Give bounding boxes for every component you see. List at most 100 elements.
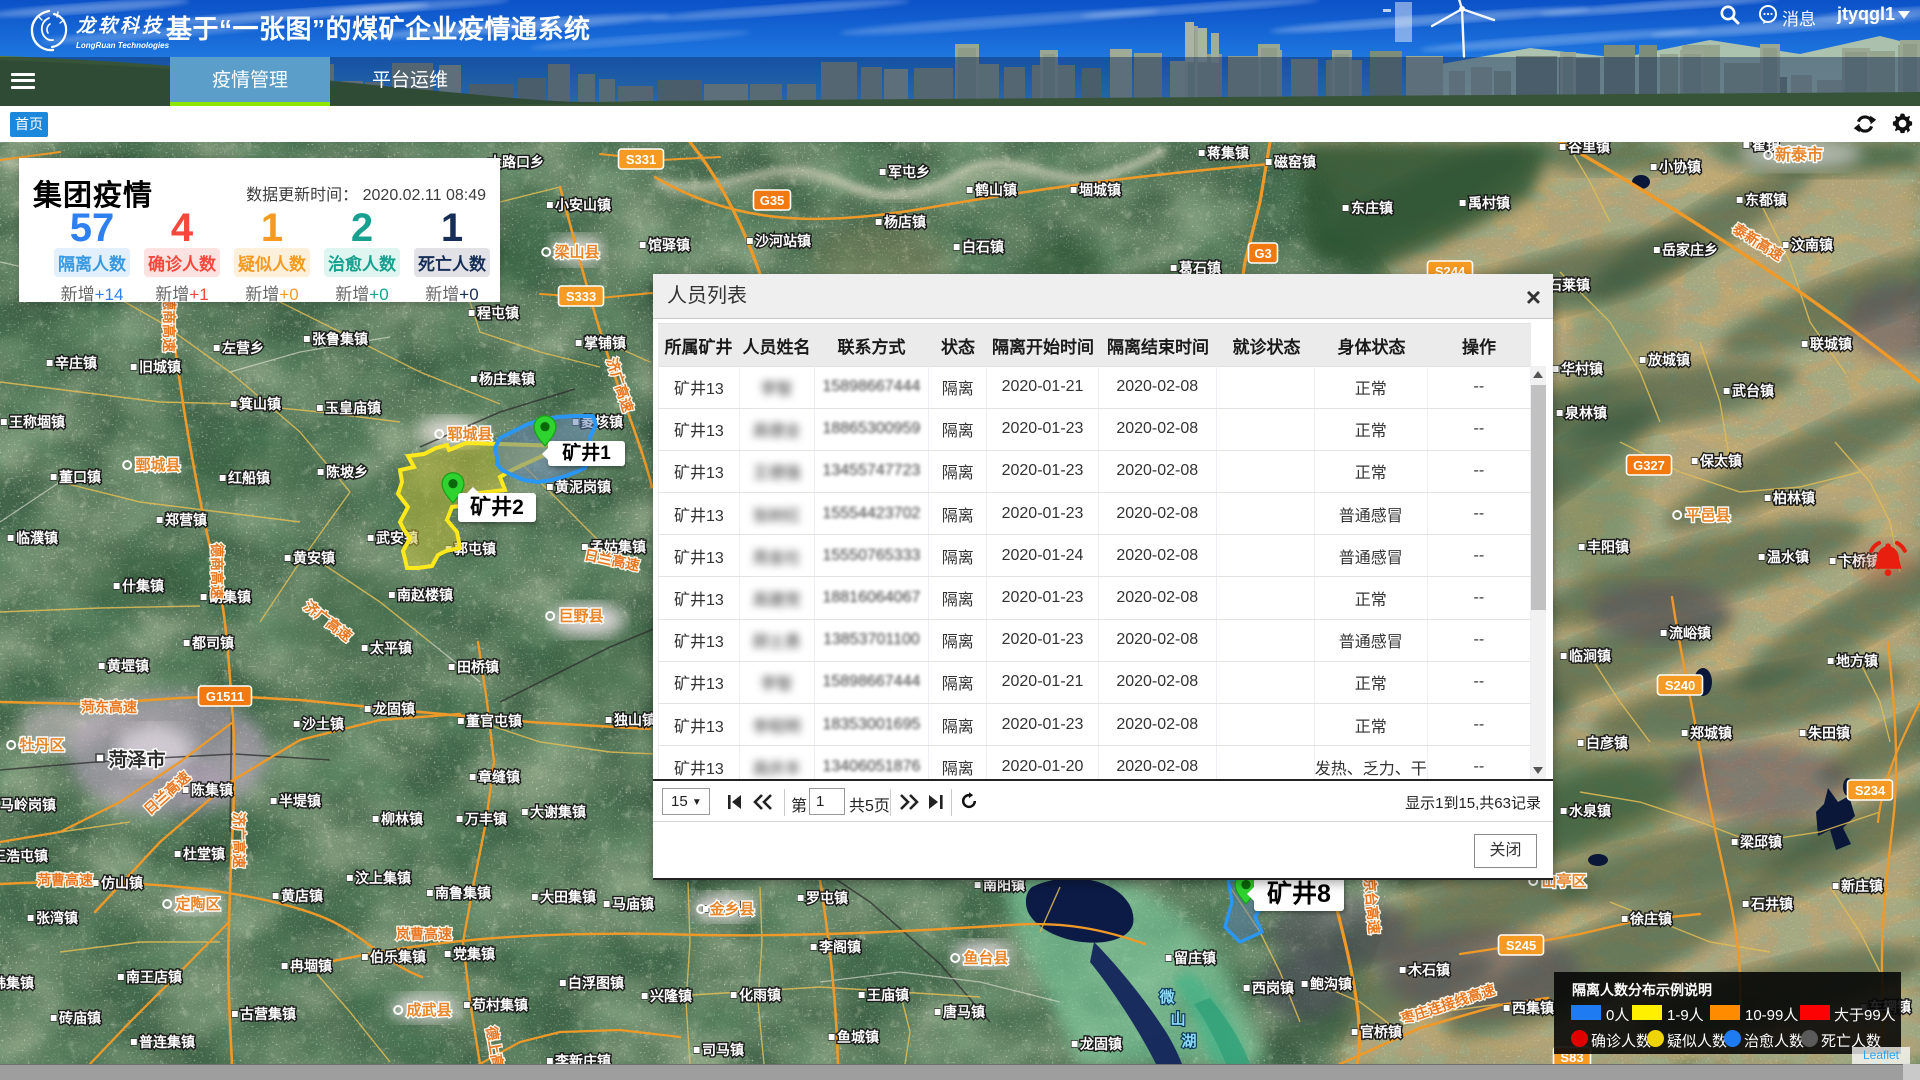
svg-text:湖: 湖	[1181, 1033, 1196, 1050]
svg-text:东都镇: 东都镇	[1745, 192, 1787, 208]
svg-text:陈坡乡: 陈坡乡	[326, 464, 368, 480]
svg-text:华村镇: 华村镇	[1561, 361, 1603, 377]
svg-text:兴隆镇: 兴隆镇	[650, 988, 692, 1004]
svg-text:王庙镇: 王庙镇	[867, 987, 909, 1003]
svg-text:什集镇: 什集镇	[122, 578, 164, 594]
svg-text:玉皇庙镇: 玉皇庙镇	[325, 400, 381, 416]
svg-text:临濮镇: 临濮镇	[16, 530, 58, 546]
svg-text:马庙镇: 马庙镇	[612, 896, 654, 912]
svg-text:南赵楼镇: 南赵楼镇	[397, 587, 453, 603]
svg-text:小安山镇: 小安山镇	[555, 197, 611, 213]
svg-text:普连集镇: 普连集镇	[139, 1034, 195, 1050]
svg-text:石井镇: 石井镇	[1750, 896, 1793, 912]
svg-text:S331: S331	[626, 152, 656, 167]
svg-text:董官屯镇: 董官屯镇	[466, 713, 522, 729]
svg-text:定陶区: 定陶区	[175, 895, 220, 913]
svg-text:砖庙镇: 砖庙镇	[59, 1010, 101, 1026]
svg-text:化雨镇: 化雨镇	[739, 987, 781, 1003]
svg-text:南王店镇: 南王店镇	[126, 969, 182, 985]
svg-text:G327: G327	[1633, 458, 1665, 473]
svg-text:杨庄集镇: 杨庄集镇	[479, 371, 535, 387]
svg-text:王称堌镇: 王称堌镇	[9, 414, 65, 430]
svg-text:王浩屯镇: 王浩屯镇	[0, 848, 48, 864]
svg-text:谷里镇: 谷里镇	[1568, 142, 1610, 155]
svg-text:陈集镇: 陈集镇	[191, 782, 233, 798]
svg-text:联城镇: 联城镇	[1810, 336, 1852, 352]
svg-text:微: 微	[1158, 988, 1175, 1006]
svg-text:丰阳镇: 丰阳镇	[1587, 539, 1629, 555]
svg-text:郑城镇: 郑城镇	[1690, 725, 1732, 741]
svg-text:菏泽市: 菏泽市	[108, 748, 165, 771]
svg-text:韩集镇: 韩集镇	[0, 975, 34, 991]
svg-text:LongRuan Technologies: LongRuan Technologies	[76, 41, 170, 50]
svg-text:马岭岗镇: 马岭岗镇	[0, 797, 56, 813]
svg-text:大谢集镇: 大谢集镇	[530, 804, 586, 820]
svg-text:武台镇: 武台镇	[1732, 383, 1774, 399]
svg-text:温水镇: 温水镇	[1767, 549, 1809, 565]
svg-text:司马镇: 司马镇	[702, 1042, 744, 1058]
svg-text:地方镇: 地方镇	[1836, 653, 1878, 669]
svg-text:汶上集镇: 汶上集镇	[355, 870, 411, 886]
svg-text:张鲁集镇: 张鲁集镇	[312, 331, 368, 347]
svg-text:东庄镇: 东庄镇	[1351, 200, 1393, 216]
svg-text:朱田镇: 朱田镇	[1808, 725, 1850, 741]
svg-text:临涧镇: 临涧镇	[1569, 648, 1611, 664]
svg-text:左营乡: 左营乡	[221, 340, 264, 356]
svg-text:磁窑镇: 磁窑镇	[1274, 154, 1316, 170]
svg-text:旧城镇: 旧城镇	[139, 359, 181, 375]
svg-text:岳家庄乡: 岳家庄乡	[1662, 242, 1718, 258]
svg-text:掌铺镇: 掌铺镇	[584, 335, 626, 351]
svg-text:独山镇: 独山镇	[614, 712, 656, 728]
svg-text:济广高速: 济广高速	[231, 812, 247, 868]
svg-text:泉林镇: 泉林镇	[1565, 405, 1607, 421]
svg-text:西岗镇: 西岗镇	[1252, 980, 1294, 996]
svg-text:柏林镇: 柏林镇	[1773, 490, 1815, 506]
svg-text:黄店镇: 黄店镇	[281, 888, 323, 904]
svg-text:禹村镇: 禹村镇	[1468, 195, 1510, 211]
svg-text:木石镇: 木石镇	[1407, 962, 1450, 978]
svg-text:平邑县: 平邑县	[1685, 507, 1730, 524]
svg-text:鄄城县: 鄄城县	[135, 456, 180, 474]
svg-text:章缝镇: 章缝镇	[478, 769, 520, 785]
svg-text:董口镇: 董口镇	[59, 469, 101, 485]
svg-text:苟村集镇: 苟村集镇	[471, 997, 528, 1013]
svg-text:沙土镇: 沙土镇	[302, 716, 344, 732]
svg-text:冉堌镇: 冉堌镇	[290, 958, 332, 974]
svg-text:罗屯镇: 罗屯镇	[806, 890, 848, 906]
svg-text:鹤山镇: 鹤山镇	[975, 182, 1017, 198]
svg-text:山: 山	[1170, 1011, 1185, 1028]
svg-text:馆驿镇: 馆驿镇	[648, 237, 690, 253]
svg-text:石莱镇: 石莱镇	[1547, 277, 1590, 293]
svg-text:S333: S333	[566, 289, 596, 304]
svg-text:G35: G35	[760, 193, 785, 208]
svg-text:梁山县: 梁山县	[553, 243, 599, 261]
svg-text:程屯镇: 程屯镇	[477, 305, 519, 321]
svg-text:新庄镇: 新庄镇	[1841, 878, 1883, 894]
svg-text:堌城镇: 堌城镇	[1079, 182, 1121, 198]
svg-text:黄安镇: 黄安镇	[293, 550, 335, 566]
svg-text:小协镇: 小协镇	[1659, 159, 1701, 175]
svg-text:仿山镇: 仿山镇	[101, 875, 143, 891]
svg-text:新泰市: 新泰市	[1775, 145, 1823, 164]
svg-text:南鲁集镇: 南鲁集镇	[435, 885, 491, 901]
svg-text:都司镇: 都司镇	[191, 635, 234, 651]
svg-text:黄泥岗镇: 黄泥岗镇	[555, 479, 611, 495]
svg-text:军屯乡: 军屯乡	[888, 164, 930, 180]
svg-text:鱼城镇: 鱼城镇	[837, 1029, 879, 1045]
svg-text:太平镇: 太平镇	[370, 640, 412, 656]
svg-text:保太镇: 保太镇	[1699, 453, 1742, 469]
svg-text:S245: S245	[1506, 938, 1536, 953]
svg-text:杨店镇: 杨店镇	[884, 214, 926, 230]
svg-text:西集镇: 西集镇	[1512, 1000, 1554, 1016]
svg-text:龙固镇: 龙固镇	[372, 701, 415, 717]
svg-text:放城镇: 放城镇	[1647, 352, 1690, 368]
svg-text:官桥镇: 官桥镇	[1360, 1024, 1402, 1040]
svg-text:鱼台县: 鱼台县	[963, 949, 1008, 967]
svg-text:留庄镇: 留庄镇	[1174, 950, 1216, 966]
svg-text:岚曹高速: 岚曹高速	[396, 926, 452, 942]
svg-text:柳林镇: 柳林镇	[381, 811, 423, 827]
svg-text:牡丹区: 牡丹区	[19, 736, 64, 754]
svg-text:白石镇: 白石镇	[962, 239, 1004, 255]
svg-text:李阁镇: 李阁镇	[818, 939, 861, 955]
svg-text:金乡县: 金乡县	[708, 900, 754, 918]
